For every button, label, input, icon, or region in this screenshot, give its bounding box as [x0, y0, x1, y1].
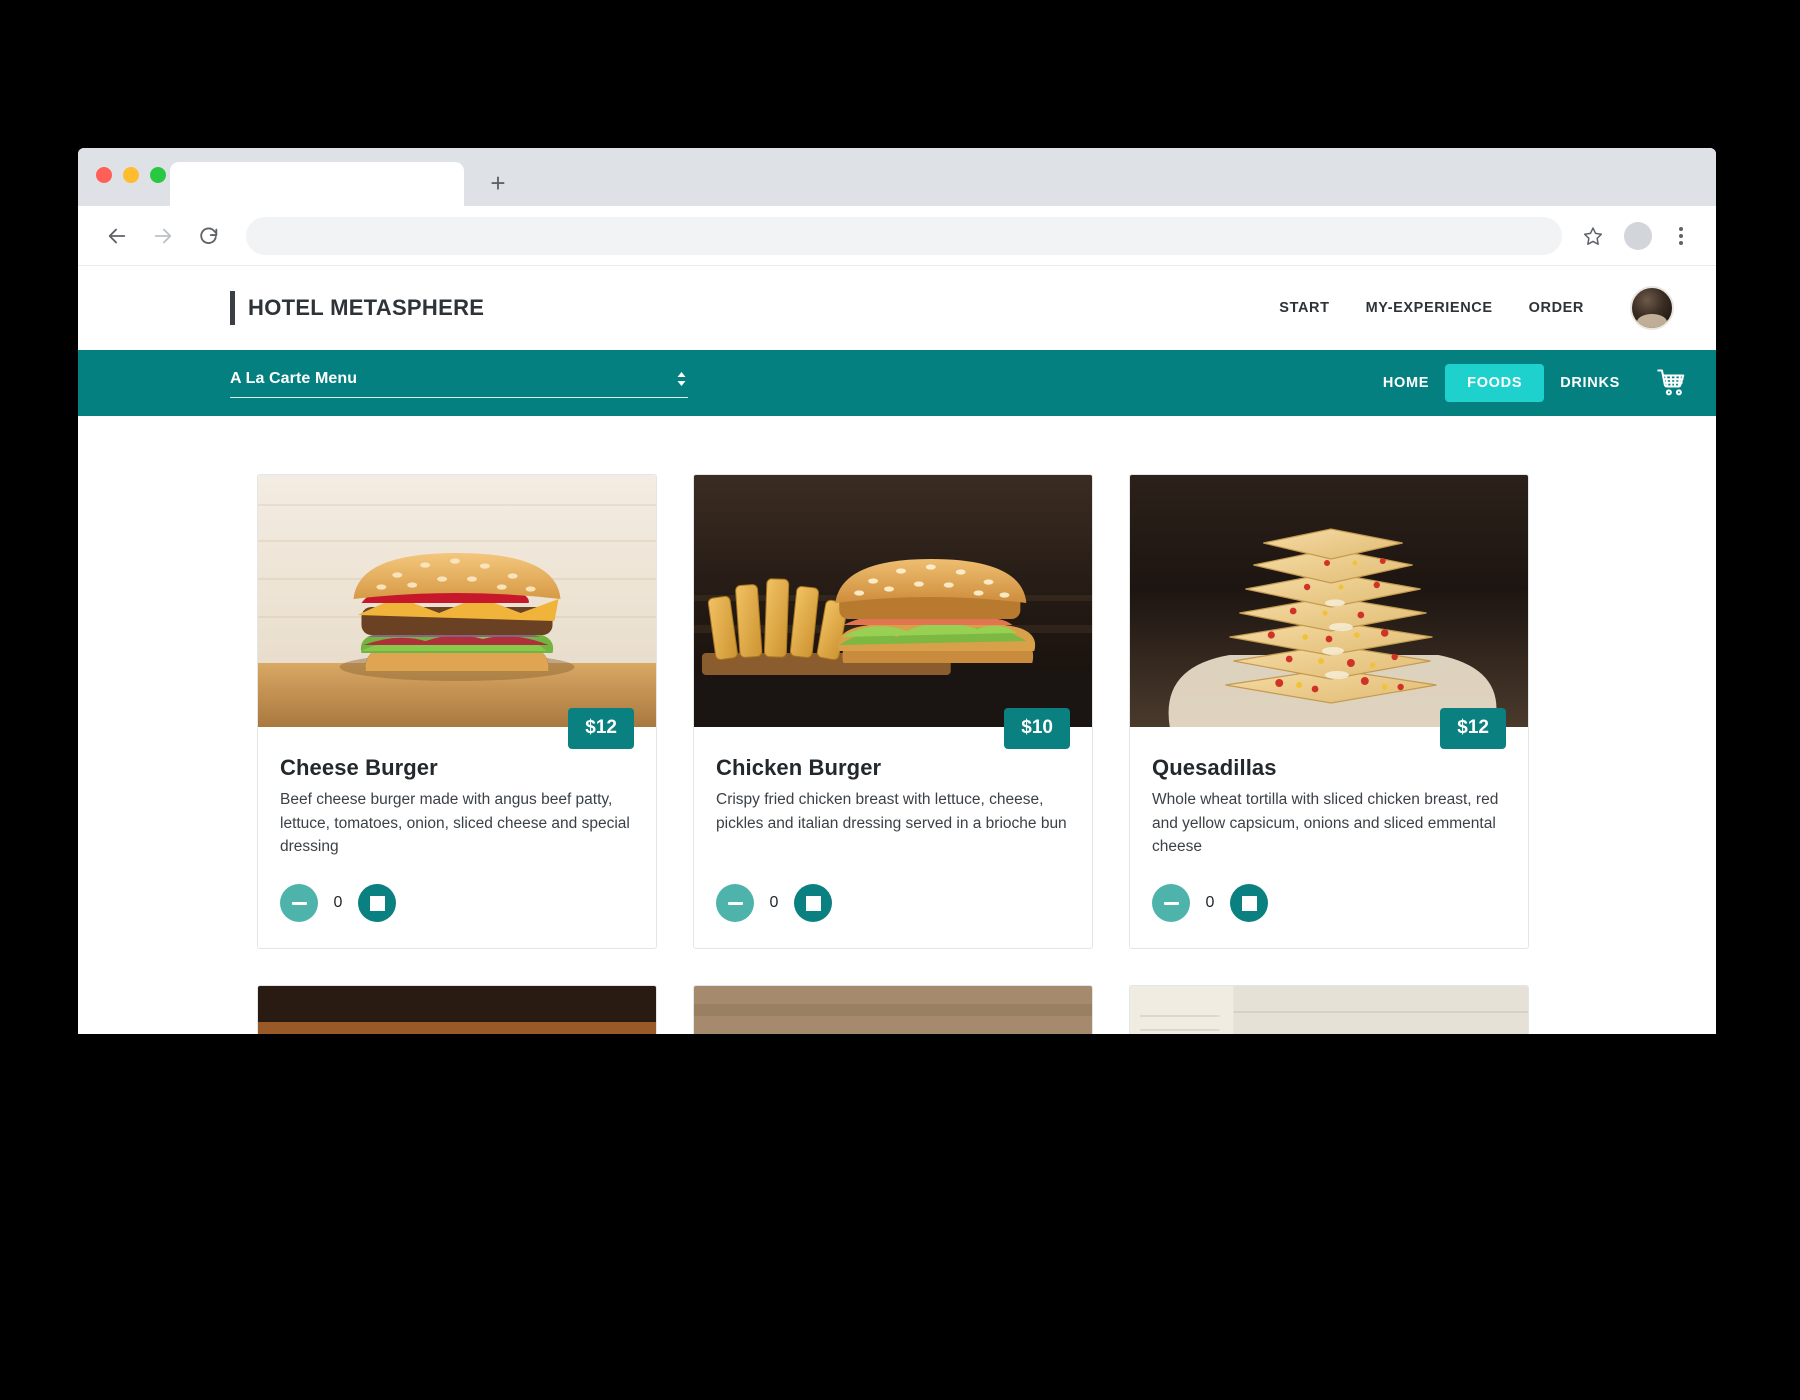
quantity-value: 0 [333, 894, 343, 911]
profile-avatar-icon[interactable] [1624, 221, 1652, 250]
french-fries-artwork [694, 986, 1092, 1034]
menu-item-name: Quesadillas [1152, 755, 1277, 780]
brand-accent-bar [230, 291, 235, 325]
quesadillas-artwork [1130, 475, 1528, 727]
browser-tab[interactable] [170, 162, 464, 206]
menu-card[interactable] [1129, 985, 1529, 1034]
brand-logo[interactable]: HOTEL METASPHERE [230, 291, 484, 325]
star-icon[interactable] [1576, 219, 1610, 253]
header-nav: START MY-EXPERIENCE ORDER [1279, 286, 1674, 330]
chicken-burger-artwork [694, 475, 1092, 727]
window-controls [96, 167, 166, 183]
menu-card[interactable]: $12 Cheese Burger Beef cheese burger mad… [257, 474, 657, 949]
decrease-quantity-button[interactable] [280, 884, 318, 922]
reload-icon[interactable] [192, 219, 226, 253]
menu-item-image: $10 [694, 475, 1092, 749]
menu-card[interactable]: $12 Quesadillas Whole wheat tortilla wit… [1129, 474, 1529, 949]
menu-item-image [1130, 986, 1528, 1034]
maximize-window-button[interactable] [150, 167, 166, 183]
menu-item-image [258, 986, 656, 1034]
menu-select-value: A La Carte Menu [230, 369, 358, 387]
price-badge: $12 [1440, 708, 1506, 749]
menu-item-image [694, 986, 1092, 1034]
quantity-stepper: 0 [280, 884, 634, 922]
quantity-value: 0 [1205, 894, 1215, 911]
fried-chicken-artwork [258, 986, 656, 1034]
menu-card-body: Cheese Burger Beef cheese burger made wi… [258, 727, 656, 948]
menu-card[interactable] [257, 985, 657, 1034]
menu-item-description: Whole wheat tortilla with sliced chicken… [1152, 791, 1499, 856]
category-tab-drinks[interactable]: DRINKS [1544, 364, 1636, 402]
menu-card[interactable] [693, 985, 1093, 1034]
category-tab-home[interactable]: HOME [1367, 364, 1445, 402]
menu-item-image: $12 [1130, 475, 1528, 749]
menu-item-image: $12 [258, 475, 656, 749]
menu-select[interactable]: A La Carte Menu [230, 369, 688, 398]
increase-quantity-button[interactable] [1230, 884, 1268, 922]
decrease-quantity-button[interactable] [716, 884, 754, 922]
site-header: HOTEL METASPHERE START MY-EXPERIENCE ORD… [78, 266, 1716, 350]
avatar[interactable] [1630, 286, 1674, 330]
category-nav: HOME FOODS DRINKS [1367, 364, 1694, 402]
minimize-window-button[interactable] [123, 167, 139, 183]
menu-content: $12 Cheese Burger Beef cheese burger mad… [78, 416, 1716, 1034]
back-arrow-icon[interactable] [100, 219, 134, 253]
new-tab-button[interactable]: + [478, 163, 518, 203]
menu-card-body: Quesadillas Whole wheat tortilla with sl… [1130, 727, 1528, 948]
menu-card-body: Chicken Burger Crispy fried chicken brea… [694, 727, 1092, 948]
header-link-order[interactable]: ORDER [1529, 300, 1584, 316]
kebab-menu-icon[interactable] [1668, 219, 1694, 253]
browser-tab-strip: + [78, 148, 1716, 206]
price-badge: $10 [1004, 708, 1070, 749]
increase-quantity-button[interactable] [794, 884, 832, 922]
browser-window: + HOTEL METASPHERE START MY-EXPERIENCE O… [78, 148, 1716, 1034]
address-bar[interactable] [246, 216, 1562, 255]
mashed-potatoes-artwork [1130, 986, 1528, 1034]
menu-item-description: Beef cheese burger made with angus beef … [280, 791, 630, 856]
cheese-burger-artwork [258, 475, 656, 727]
header-link-my-experience[interactable]: MY-EXPERIENCE [1366, 300, 1493, 316]
price-badge: $12 [568, 708, 634, 749]
quantity-stepper: 0 [1152, 884, 1506, 922]
decrease-quantity-button[interactable] [1152, 884, 1190, 922]
menu-item-name: Cheese Burger [280, 755, 438, 780]
shopping-cart-icon[interactable] [1656, 368, 1688, 398]
sort-updown-icon [675, 369, 688, 389]
quantity-stepper: 0 [716, 884, 1070, 922]
browser-toolbar [78, 206, 1716, 266]
menu-item-description: Crispy fried chicken breast with lettuce… [716, 791, 1067, 832]
increase-quantity-button[interactable] [358, 884, 396, 922]
header-link-start[interactable]: START [1279, 300, 1329, 316]
menu-toolbar: A La Carte Menu HOME FOODS DRINKS [78, 350, 1716, 416]
brand-name: HOTEL METASPHERE [248, 295, 485, 320]
web-page: HOTEL METASPHERE START MY-EXPERIENCE ORD… [78, 266, 1716, 1034]
category-tab-foods[interactable]: FOODS [1445, 364, 1545, 402]
quantity-value: 0 [769, 894, 779, 911]
menu-grid: $12 Cheese Burger Beef cheese burger mad… [257, 474, 1537, 1034]
close-window-button[interactable] [96, 167, 112, 183]
menu-item-name: Chicken Burger [716, 755, 882, 780]
new-tab-label: + [490, 168, 506, 198]
menu-card[interactable]: $10 Chicken Burger Crispy fried chicken … [693, 474, 1093, 949]
forward-arrow-icon[interactable] [146, 219, 180, 253]
